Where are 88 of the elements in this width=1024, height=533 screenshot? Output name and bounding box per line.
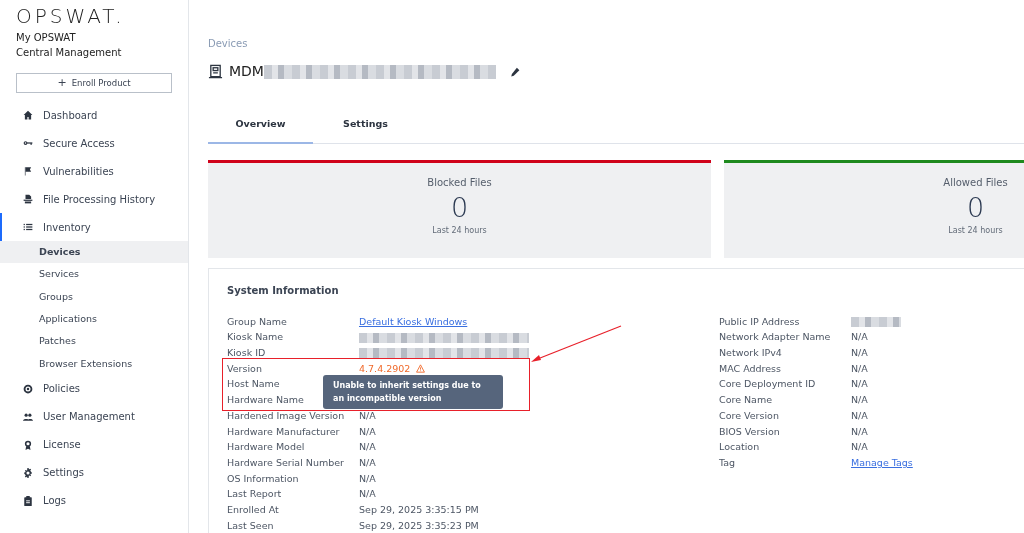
field-label: Enrolled At (227, 503, 279, 515)
tab[interactable]: Overview (208, 106, 313, 144)
nav-subitem[interactable]: Browser Extensions (0, 352, 188, 375)
field-value: Sep 29, 2025 3:35:23 PM (359, 518, 479, 533)
link[interactable]: Manage Tags (851, 455, 913, 471)
field-label: Location (719, 441, 760, 453)
list-icon (23, 222, 33, 232)
field-label: Hardware Manufacturer (227, 425, 340, 437)
kiosk-icon (208, 64, 223, 79)
nav-item[interactable]: File Processing History (0, 185, 188, 213)
stat-title: Blocked Files (427, 176, 492, 190)
field-label: Group Name (227, 315, 287, 327)
nav-subitem[interactable]: Patches (0, 330, 188, 353)
redacted-value (851, 316, 901, 327)
field-value: N/A (851, 424, 868, 439)
field-label: Host Name (227, 378, 280, 390)
stat-caption: Last 24 hours (432, 225, 487, 238)
nav-item[interactable]: Policies (0, 374, 188, 403)
field-label: MAC Address (719, 362, 781, 374)
field-label: Hardware Serial Number (227, 456, 344, 468)
stat-value: 0 (450, 191, 469, 225)
nav-subitem[interactable]: Applications (0, 307, 188, 331)
nav-item[interactable]: Logs (0, 486, 188, 515)
field-value: N/A (359, 471, 376, 486)
link[interactable]: Default Kiosk Windows (359, 314, 468, 329)
field-label: Core Name (719, 394, 773, 406)
field-value: N/A (359, 440, 376, 455)
field-value: N/A (359, 408, 376, 423)
edit-icon[interactable] (509, 66, 520, 77)
enroll-product-button[interactable]: + Enroll Product (16, 73, 172, 93)
home-icon (23, 110, 33, 120)
badge-icon (23, 439, 33, 450)
field-value: N/A (851, 393, 868, 408)
tooltip: Unable to inherit settings due to an incompatible version (323, 374, 503, 409)
field-value: N/A (851, 361, 868, 376)
users-icon (23, 411, 33, 422)
flag-icon (23, 166, 33, 176)
nav-item[interactable]: License (0, 430, 188, 459)
field-label: Hardware Name (227, 394, 304, 406)
field-value: N/A (851, 346, 868, 361)
nav-item[interactable]: Dashboard (0, 101, 188, 129)
field-label: Kiosk Name (227, 331, 284, 343)
stat-caption: Last 24 hours (948, 225, 1003, 238)
shield-icon (23, 383, 33, 394)
field-label: Hardened Image Version (227, 409, 345, 421)
field-label: Public IP Address (719, 315, 800, 327)
field-label: Hardware Model (227, 441, 305, 453)
field-value: N/A (359, 487, 376, 502)
logo-text: OPSWAT. (15, 6, 126, 26)
field-label: OS Information (227, 472, 299, 484)
field-value: N/A (851, 377, 868, 392)
field-value: N/A (359, 424, 376, 439)
field-label: Core Version (719, 409, 779, 421)
nav-subitem[interactable]: Devices (0, 241, 188, 264)
field-label: Core Deployment ID (719, 378, 816, 390)
field-label: Network IPv4 (719, 347, 782, 359)
key-icon (23, 138, 33, 148)
section-title: System Information (227, 284, 339, 298)
field-label: Last Seen (227, 519, 274, 531)
field-label: Kiosk ID (227, 347, 266, 359)
nav-item[interactable]: Vulnerabilities (0, 157, 188, 185)
app-name: My OPSWAT (15, 32, 76, 45)
settings-icon (23, 467, 33, 478)
field-label: Network Adapter Name (719, 331, 831, 343)
field-value: Sep 29, 2025 3:35:15 PM (359, 502, 479, 517)
field-label: Tag (719, 456, 736, 468)
version-value: 4.7.4.2902 (359, 361, 411, 376)
plus-icon: + (57, 74, 67, 92)
nav-item[interactable]: Settings (0, 458, 188, 487)
stat-value: 0 (966, 191, 985, 225)
clipboard-icon (23, 495, 33, 506)
field-value: N/A (851, 330, 868, 345)
app-name: Central Management (15, 47, 122, 60)
field-label: Version (227, 362, 262, 374)
nav-subitem[interactable]: Groups (0, 285, 188, 308)
nav-item[interactable]: User Management (0, 402, 188, 431)
field-value: N/A (359, 455, 376, 470)
field-label: BIOS Version (719, 425, 780, 437)
nav-subitem[interactable]: Services (0, 263, 188, 286)
field-value: N/A (851, 408, 868, 423)
field-label: Last Report (227, 488, 282, 500)
nav-item[interactable]: Secure Access (0, 129, 188, 157)
device-name: MDM (229, 62, 264, 81)
tab[interactable]: Settings (313, 106, 418, 144)
warning-icon[interactable] (416, 364, 426, 374)
document-stack-icon (23, 194, 33, 204)
field-value: N/A (851, 440, 868, 455)
stat-title: Allowed Files (943, 176, 1008, 190)
